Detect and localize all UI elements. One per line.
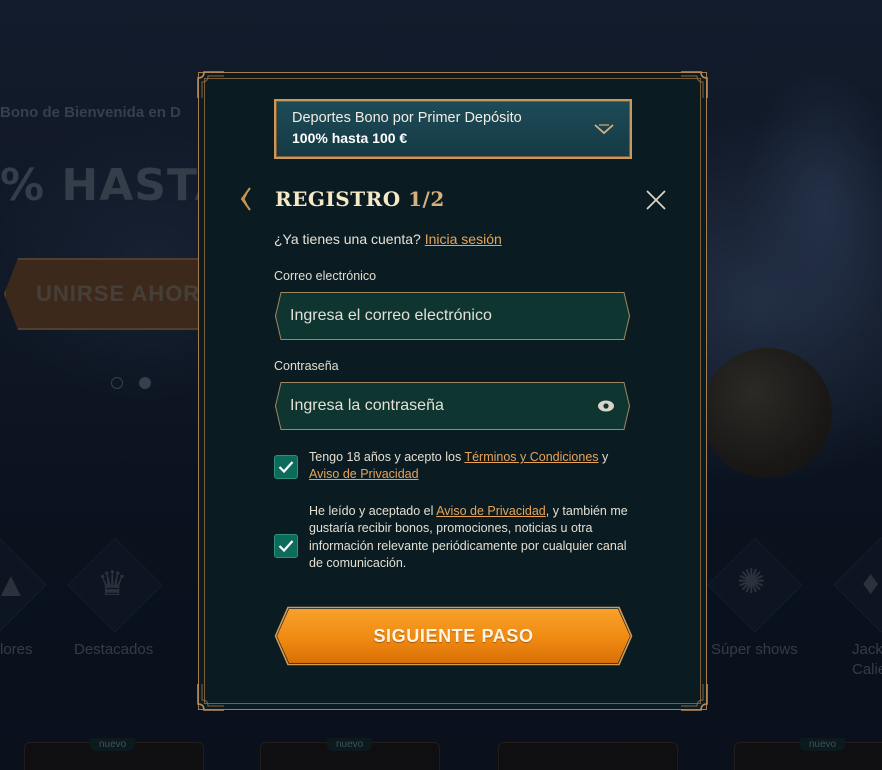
- chevron-down-icon: [594, 124, 614, 135]
- privacy-notice-link[interactable]: Aviso de Privacidad: [309, 467, 419, 481]
- have-account-line: ¿Ya tienes una cuenta? Inicia sesión: [274, 231, 502, 247]
- password-label: Contraseña: [274, 359, 339, 373]
- corner-ornament: [196, 70, 226, 100]
- privacy-notice-link-2[interactable]: Aviso de Privacidad: [436, 504, 546, 518]
- title-text: REGISTRO: [275, 187, 409, 211]
- close-icon[interactable]: [645, 189, 667, 211]
- checkmark-icon: [278, 540, 294, 553]
- next-step-label: SIGUIENTE PASO: [373, 625, 534, 646]
- marketing-consent-checkbox[interactable]: [274, 534, 298, 558]
- step-indicator: 1/2: [408, 187, 445, 211]
- corner-ornament: [679, 682, 709, 712]
- show-password-eye-icon[interactable]: [597, 399, 615, 413]
- corner-ornament: [196, 682, 226, 712]
- corner-ornament: [679, 70, 709, 100]
- terms-text: Tengo 18 años y acepto los Términos y Co…: [309, 449, 639, 484]
- password-field-container: [275, 382, 630, 430]
- checkmark-icon: [278, 461, 294, 474]
- bonus-selector[interactable]: Deportes Bono por Primer Depósito 100% h…: [274, 99, 632, 159]
- next-step-button[interactable]: SIGUIENTE PASO: [274, 606, 633, 666]
- marketing-text-before: He leído y aceptado el: [309, 504, 437, 518]
- terms-text-before: Tengo 18 años y acepto los: [309, 450, 465, 464]
- bonus-title: Deportes Bono por Primer Depósito: [292, 110, 522, 126]
- email-field[interactable]: [290, 293, 590, 339]
- bonus-value: 100% hasta 100 €: [292, 130, 408, 146]
- terms-conditions-link[interactable]: Términos y Condiciones: [464, 450, 598, 464]
- registration-modal: Deportes Bono por Primer Depósito 100% h…: [196, 70, 709, 712]
- password-field[interactable]: [290, 383, 590, 429]
- email-field-container: [275, 292, 630, 340]
- terms-text-mid: y: [598, 450, 609, 464]
- page-title: REGISTRO 1/2: [275, 187, 445, 211]
- back-arrow-icon[interactable]: [239, 186, 253, 212]
- terms-checkbox[interactable]: [274, 455, 298, 479]
- have-account-text: ¿Ya tienes una cuenta?: [274, 231, 421, 247]
- email-label: Correo electrónico: [274, 269, 377, 283]
- marketing-consent-text: He leído y aceptado el Aviso de Privacid…: [309, 503, 639, 573]
- login-link[interactable]: Inicia sesión: [425, 231, 502, 247]
